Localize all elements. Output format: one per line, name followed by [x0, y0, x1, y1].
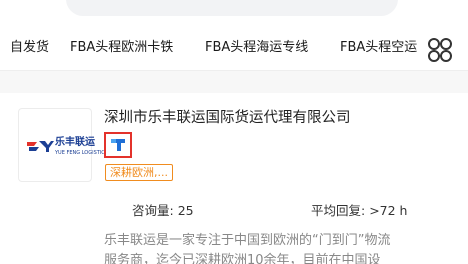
inquiries-value: 25 [177, 203, 194, 218]
category-tab-fba-air[interactable]: FBA头程空运 [340, 39, 417, 57]
company-logo[interactable]: 乐丰联运 YUE FENG LOGISTICS [18, 108, 108, 182]
avg-reply-stat: 平均回复: >72 h [311, 203, 407, 219]
verified-t-icon [111, 139, 125, 151]
company-card[interactable]: 乐丰联运 YUE FENG LOGISTICS 深圳市乐丰联运国际货运代理有限公… [0, 93, 468, 264]
specialty-tag: 深耕欧洲,... [105, 164, 173, 181]
avg-reply-value: >72 h [369, 203, 408, 218]
category-tab-fba-sea[interactable]: FBA头程海运专线 [205, 39, 308, 57]
category-nav: 自发货 FBA头程欧洲卡铁 FBA头程海运专线 FBA头程空运 [0, 30, 468, 71]
inquiries-stat: 咨询量: 25 [132, 203, 194, 219]
category-tab-self-ship[interactable]: 自发货 [10, 39, 49, 57]
company-logo-en: YUE FENG LOGISTICS [55, 150, 108, 156]
page: 自发货 FBA头程欧洲卡铁 FBA头程海运专线 FBA头程空运 乐丰联运 YUE… [0, 0, 468, 264]
search-bar[interactable] [66, 0, 398, 16]
company-name[interactable]: 深圳市乐丰联运国际货运代理有限公司 [104, 108, 351, 128]
avg-reply-label: 平均回复: [311, 203, 366, 218]
section-divider [0, 71, 468, 93]
company-description-line1: 乐丰联运是一家专注于中国到欧洲的“门到门”物流 [104, 233, 391, 248]
inquiries-label: 咨询量: [132, 203, 174, 218]
company-logo-cn: 乐丰联运 [55, 137, 95, 148]
company-description-line2: 服务商，迄今已深耕欧洲10余年，目前在中国设 [104, 253, 381, 264]
grid-icon[interactable] [428, 38, 452, 62]
category-tab-fba-rail[interactable]: FBA头程欧洲卡铁 [70, 39, 173, 57]
company-logo-mark-icon [27, 141, 54, 152]
verified-badge[interactable] [104, 132, 132, 158]
